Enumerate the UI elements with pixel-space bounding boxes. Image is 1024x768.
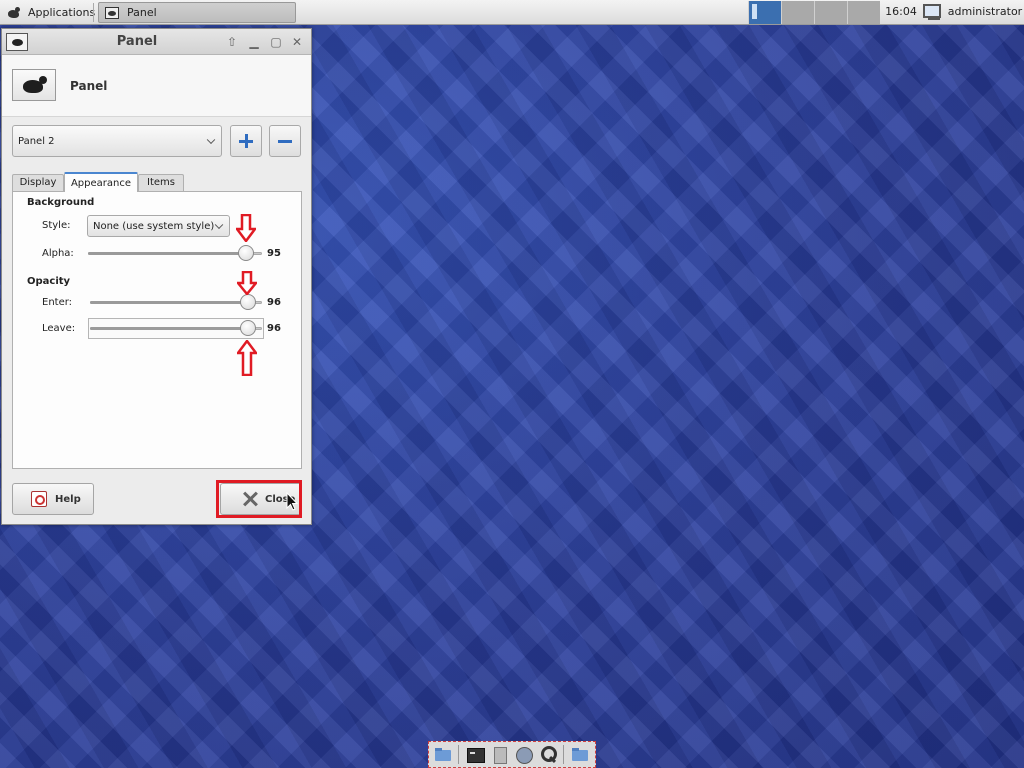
dialog-header: Panel [2,55,311,117]
workspace-switcher [748,1,880,24]
down-arrow-annotation-icon [237,271,257,295]
bottom-dock [428,741,596,768]
workspace-3[interactable] [814,1,847,24]
folder-icon[interactable] [570,745,590,764]
dialog-header-title: Panel [70,79,108,93]
top-panel: Applications Panel 16:04 administrator [0,0,1024,25]
slider-fill [88,252,254,255]
panel-preferences-window: Panel ⇧ ▁ ▢ ✕ Panel Panel 2 Display Appe… [1,28,312,525]
shade-icon[interactable]: ⇧ [224,34,240,50]
folder-icon[interactable] [433,745,453,764]
network-icon[interactable] [921,3,943,22]
tab-appearance[interactable]: Appearance [64,172,138,192]
leave-label: Leave: [42,323,76,334]
panel-mouse-icon [12,69,56,101]
help-button-label: Help [55,493,81,505]
clock[interactable]: 16:04 [882,0,920,24]
window-titlebar[interactable]: Panel ⇧ ▁ ▢ ✕ [2,29,311,55]
slider-fill [90,301,256,304]
slider-knob[interactable] [238,245,255,261]
taskbar-item-label: Panel [127,6,157,19]
workspace-1[interactable] [748,1,781,24]
leave-value: 96 [267,323,281,334]
panel-select[interactable]: Panel 2 [12,125,222,157]
enter-label: Enter: [42,297,73,308]
chevron-down-icon [206,135,216,145]
applications-menu-button[interactable]: Applications [2,2,99,23]
help-button[interactable]: Help [12,483,94,515]
tab-display[interactable]: Display [12,174,64,191]
workspace-4[interactable] [847,1,880,24]
terminal-icon[interactable] [465,745,485,764]
tab-items[interactable]: Items [138,174,184,191]
xfce-mouse-icon [6,6,22,20]
dock-separator [457,745,459,764]
alpha-label: Alpha: [42,248,74,259]
minimize-icon[interactable]: ▁ [246,34,262,50]
panel-window-icon [105,6,119,19]
slider-knob[interactable] [240,294,257,310]
add-panel-button[interactable] [230,125,262,157]
applications-label: Applications [28,6,96,19]
style-label: Style: [42,220,71,231]
style-select-value: None (use system style) [93,220,215,232]
opacity-section-title: Opacity [27,276,71,287]
maximize-icon[interactable]: ▢ [268,34,284,50]
leave-slider[interactable] [90,319,262,337]
user-menu[interactable]: administrator [946,0,1024,24]
style-select[interactable]: None (use system style) [87,215,230,237]
background-section-title: Background [27,197,95,208]
help-icon [31,491,47,507]
enter-slider[interactable] [90,293,262,311]
remove-panel-button[interactable] [269,125,301,157]
slider-knob[interactable] [240,320,257,336]
panel-separator [93,3,94,22]
workspace-2[interactable] [781,1,814,24]
slider-fill [90,327,256,330]
browser-icon[interactable] [514,745,534,764]
close-icon[interactable]: ✕ [289,34,305,50]
enter-value: 96 [267,297,281,308]
alpha-value: 95 [267,248,281,259]
up-arrow-annotation-icon [237,340,257,376]
panel-select-value: Panel 2 [18,135,55,147]
down-arrow-annotation-icon [236,214,256,242]
taskbar-item-panel[interactable]: Panel [98,2,296,23]
files-icon[interactable] [489,745,509,764]
dock-separator [563,745,565,764]
search-icon[interactable] [539,745,559,764]
chevron-down-icon [214,220,224,230]
alpha-slider[interactable] [88,244,262,262]
mouse-cursor-icon [286,491,299,515]
